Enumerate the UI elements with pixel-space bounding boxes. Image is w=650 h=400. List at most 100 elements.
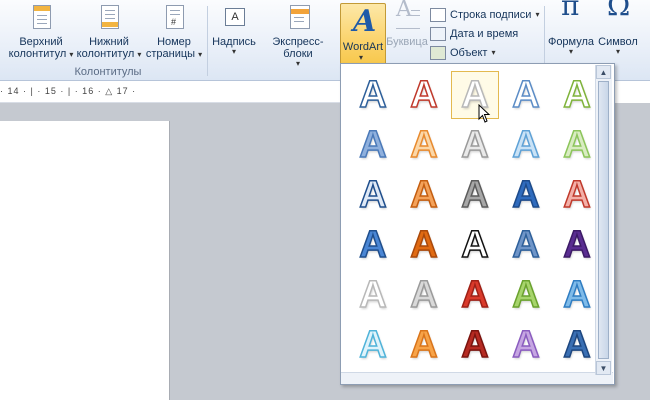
footer-button[interactable]: Нижний колонтитул ▾ bbox=[76, 4, 142, 60]
wordart-label: WordArt bbox=[342, 41, 384, 53]
scroll-up-button[interactable]: ▲ bbox=[596, 65, 611, 79]
wordart-style-glyph: A bbox=[512, 224, 541, 266]
wordart-style-26[interactable]: A bbox=[349, 321, 397, 369]
wordart-style-18[interactable]: A bbox=[451, 221, 499, 269]
quickparts-label: Экспресс-блоки bbox=[272, 36, 324, 60]
wordart-style-16[interactable]: A bbox=[349, 221, 397, 269]
header-label-2: колонтитул bbox=[8, 48, 67, 60]
wordart-style-glyph: A bbox=[359, 74, 388, 116]
gallery-scrollbar[interactable]: ▲ ▼ bbox=[595, 65, 612, 375]
footer-icon bbox=[96, 4, 122, 32]
chevron-down-icon: ▾ bbox=[615, 47, 620, 56]
wordart-style-glyph: A bbox=[563, 124, 592, 166]
wordart-style-5[interactable]: A bbox=[553, 71, 601, 119]
wordart-style-25[interactable]: A bbox=[553, 271, 601, 319]
wordart-style-22[interactable]: A bbox=[400, 271, 448, 319]
wordart-style-29[interactable]: A bbox=[502, 321, 550, 369]
document-page[interactable] bbox=[0, 121, 170, 400]
header-label-1: Верхний bbox=[19, 36, 63, 48]
mouse-cursor-icon bbox=[478, 104, 491, 123]
wordart-style-19[interactable]: A bbox=[502, 221, 550, 269]
textbox-icon: A bbox=[221, 4, 247, 32]
wordart-style-20[interactable]: A bbox=[553, 221, 601, 269]
wordart-button[interactable]: A WordArt ▾ bbox=[340, 3, 386, 67]
header-button[interactable]: Верхний колонтитул ▾ bbox=[8, 4, 74, 60]
chevron-down-icon: ▾ bbox=[568, 47, 573, 56]
object-button[interactable]: Объект ▾ bbox=[430, 46, 495, 60]
page-number-label-2: страницы bbox=[145, 48, 196, 60]
wordart-style-glyph: A bbox=[410, 274, 439, 316]
wordart-style-17[interactable]: A bbox=[400, 221, 448, 269]
group-separator bbox=[207, 6, 208, 76]
symbol-button[interactable]: Ω Символ ▾ bbox=[596, 0, 640, 56]
wordart-style-glyph: A bbox=[461, 224, 490, 266]
wordart-style-glyph: A bbox=[512, 74, 541, 116]
equation-button[interactable]: π Формула ▾ bbox=[548, 0, 594, 56]
chevron-down-icon: ▾ bbox=[198, 50, 203, 59]
dropcap-button[interactable]: A Буквица bbox=[386, 0, 428, 48]
wordart-style-glyph: A bbox=[461, 324, 490, 366]
calendar-icon bbox=[430, 27, 446, 41]
wordart-style-11[interactable]: A bbox=[349, 171, 397, 219]
wordart-style-glyph: A bbox=[512, 274, 541, 316]
dropcap-icon: A bbox=[394, 0, 420, 32]
wordart-style-2[interactable]: A bbox=[400, 71, 448, 119]
wordart-style-14[interactable]: A bbox=[502, 171, 550, 219]
wordart-style-27[interactable]: A bbox=[400, 321, 448, 369]
wordart-style-glyph: A bbox=[410, 224, 439, 266]
wordart-style-glyph: A bbox=[563, 224, 592, 266]
wordart-style-glyph: A bbox=[563, 274, 592, 316]
chevron-down-icon: ▾ bbox=[231, 47, 236, 56]
horizontal-ruler[interactable]: · 14 · | · 15 · | · 16 · △ 17 · bbox=[0, 86, 340, 103]
wordart-style-24[interactable]: A bbox=[502, 271, 550, 319]
wordart-style-glyph: A bbox=[461, 174, 490, 216]
wordart-style-8[interactable]: A bbox=[451, 121, 499, 169]
wordart-style-glyph: A bbox=[512, 124, 541, 166]
wordart-style-glyph: A bbox=[512, 174, 541, 216]
wordart-style-30[interactable]: A bbox=[553, 321, 601, 369]
page-number-icon: # bbox=[161, 4, 187, 32]
wordart-style-glyph: A bbox=[359, 124, 388, 166]
chevron-down-icon: ▾ bbox=[69, 50, 74, 59]
chevron-down-icon: ▾ bbox=[535, 10, 540, 19]
wordart-icon: A bbox=[353, 4, 377, 39]
footer-label-1: Нижний bbox=[89, 36, 129, 48]
wordart-style-21[interactable]: A bbox=[349, 271, 397, 319]
header-footer-group-label: Колонтитулы bbox=[74, 66, 142, 78]
wordart-style-9[interactable]: A bbox=[502, 121, 550, 169]
wordart-style-1[interactable]: A bbox=[349, 71, 397, 119]
wordart-style-glyph: A bbox=[410, 74, 439, 116]
wordart-style-7[interactable]: A bbox=[400, 121, 448, 169]
quickparts-button[interactable]: Экспресс-блоки ▾ bbox=[259, 4, 337, 68]
wordart-style-glyph: A bbox=[563, 174, 592, 216]
wordart-style-4[interactable]: A bbox=[502, 71, 550, 119]
wordart-style-glyph: A bbox=[359, 174, 388, 216]
wordart-style-glyph: A bbox=[512, 324, 541, 366]
gallery-resize-bar[interactable] bbox=[341, 372, 613, 384]
datetime-button[interactable]: Дата и время bbox=[430, 27, 518, 41]
chevron-down-icon: ▾ bbox=[491, 48, 496, 57]
wordart-style-glyph: A bbox=[563, 324, 592, 366]
wordart-style-28[interactable]: A bbox=[451, 321, 499, 369]
scroll-thumb[interactable] bbox=[598, 81, 609, 359]
wordart-style-glyph: A bbox=[410, 124, 439, 166]
footer-label-2: колонтитул bbox=[76, 48, 135, 60]
wordart-style-10[interactable]: A bbox=[553, 121, 601, 169]
wordart-style-6[interactable]: A bbox=[349, 121, 397, 169]
wordart-style-glyph: A bbox=[563, 74, 592, 116]
chevron-down-icon: ▾ bbox=[295, 59, 300, 68]
wordart-style-23[interactable]: A bbox=[451, 271, 499, 319]
signature-line-button[interactable]: Строка подписи ▾ bbox=[430, 8, 539, 22]
wordart-style-13[interactable]: A bbox=[451, 171, 499, 219]
textbox-button[interactable]: A Надпись ▾ bbox=[212, 4, 256, 56]
pi-icon: π bbox=[561, 0, 580, 22]
wordart-style-12[interactable]: A bbox=[400, 171, 448, 219]
dropcap-label: Буквица bbox=[386, 36, 428, 48]
wordart-style-15[interactable]: A bbox=[553, 171, 601, 219]
wordart-style-glyph: A bbox=[410, 324, 439, 366]
scroll-down-button[interactable]: ▼ bbox=[596, 361, 611, 375]
chevron-down-icon: ▾ bbox=[359, 53, 364, 62]
wordart-style-glyph: A bbox=[461, 124, 490, 166]
wordart-style-glyph: A bbox=[359, 274, 388, 316]
page-number-button[interactable]: # Номер страницы ▾ bbox=[144, 4, 204, 60]
